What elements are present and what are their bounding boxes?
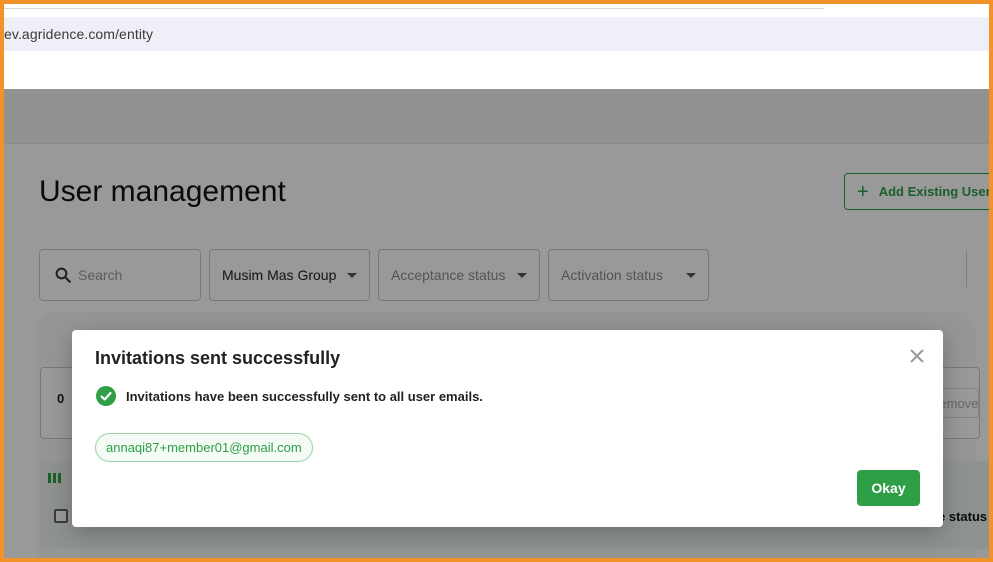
- success-message: Invitations have been successfully sent …: [126, 388, 483, 404]
- check-circle-icon: [96, 386, 116, 406]
- invitations-dialog: Invitations sent successfully Invitation…: [72, 330, 943, 527]
- okay-button[interactable]: Okay: [857, 470, 920, 506]
- url-text[interactable]: ev.agridence.com/entity: [4, 26, 153, 42]
- dialog-title: Invitations sent successfully: [95, 348, 341, 368]
- address-bar[interactable]: ev.agridence.com/entity: [4, 17, 989, 51]
- email-chip: annaqi87+member01@gmail.com: [95, 433, 313, 462]
- tab-strip-edge: [4, 8, 824, 9]
- email-chip-label: annaqi87+member01@gmail.com: [106, 440, 302, 455]
- browser-spacer: [4, 51, 989, 89]
- screenshot-frame: ev.agridence.com/entity User management …: [0, 0, 993, 562]
- success-message-row: Invitations have been successfully sent …: [96, 386, 483, 406]
- close-icon[interactable]: [908, 347, 926, 365]
